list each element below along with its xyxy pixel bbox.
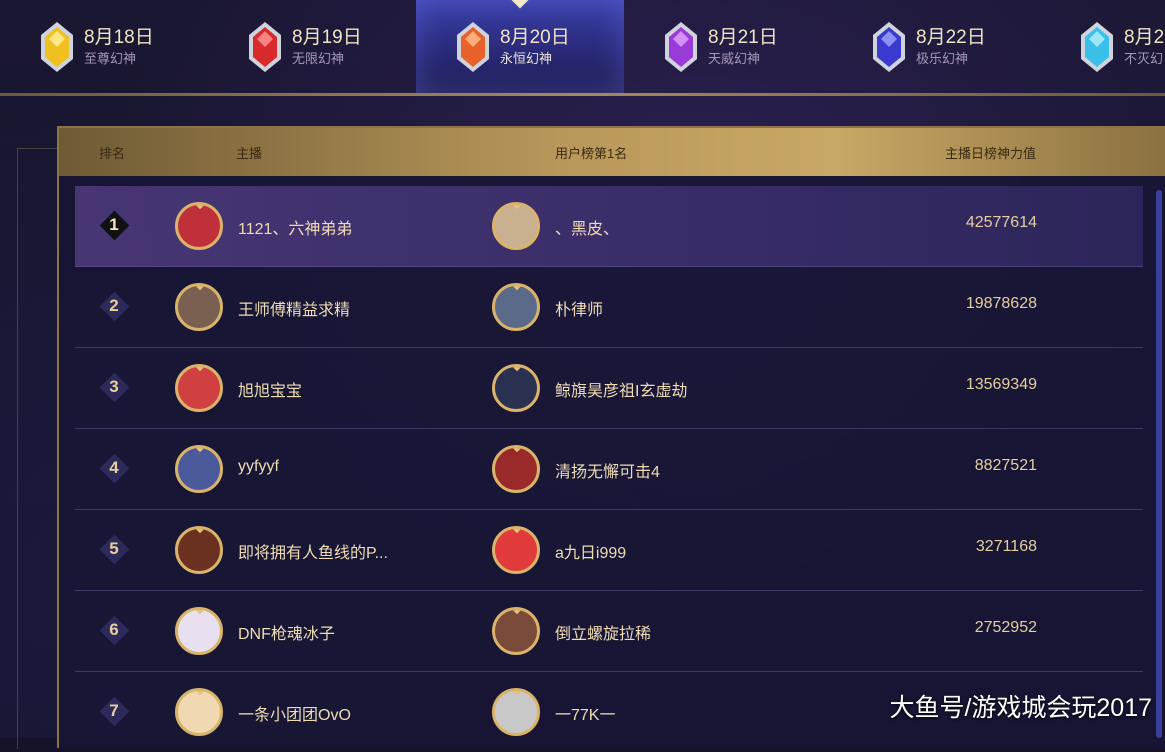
tab-date: 8月2	[1124, 26, 1165, 48]
top-user-name[interactable]: 一77K一	[555, 701, 615, 725]
rank-badge: 6	[99, 615, 129, 645]
tab-date: 8月20日	[500, 26, 570, 48]
tab-0818[interactable]: 8月18日 至尊幻神	[0, 0, 208, 93]
streamer-name[interactable]: 1121、六神弟弟	[238, 215, 352, 239]
scrollbar[interactable]	[1156, 190, 1162, 738]
user-avatar[interactable]	[492, 445, 540, 493]
streamer-avatar[interactable]	[175, 445, 223, 493]
streamer-name[interactable]: DNF枪魂冰子	[238, 620, 335, 644]
date-tabs: 8月18日 至尊幻神 8月19日 无限幻神 8月20日 永恒幻神 8月21日 天…	[0, 0, 1165, 93]
tab-date: 8月22日	[916, 26, 986, 48]
gem-icon	[40, 21, 74, 73]
tab-title: 至尊幻神	[84, 50, 137, 66]
streamer-name[interactable]: 王师傅精益求精	[238, 296, 350, 320]
streamer-avatar[interactable]	[175, 283, 223, 331]
tab-date: 8月18日	[84, 26, 154, 48]
rank-badge: 5	[99, 534, 129, 564]
top-user-name[interactable]: 鲸旗昊彦祖I玄虚劫	[555, 377, 687, 401]
gem-icon	[1080, 21, 1114, 73]
streamer-avatar[interactable]	[175, 688, 223, 736]
header-streamer: 主播	[236, 145, 263, 161]
rank-badge: 2	[99, 291, 129, 321]
streamer-avatar[interactable]	[175, 364, 223, 412]
top-user-name[interactable]: 清扬无懈可击4	[555, 458, 660, 482]
tab-0822[interactable]: 8月22日 极乐幻神	[832, 0, 1040, 93]
rank-badge: 4	[99, 453, 129, 483]
tab-date: 8月21日	[708, 26, 778, 48]
tab-date: 8月19日	[292, 26, 362, 48]
streamer-name[interactable]: yyfyyf	[238, 458, 279, 476]
table-row[interactable]: 2 王师傅精益求精 朴律师 19878628	[75, 267, 1143, 348]
power-value: 8827521	[974, 457, 1037, 474]
streamer-avatar[interactable]	[175, 526, 223, 574]
tab-title: 无限幻神	[292, 50, 345, 66]
table-row[interactable]: 5 即将拥有人鱼线的P... a九日i999 3271168	[75, 510, 1143, 591]
gem-icon	[872, 21, 906, 73]
top-user-name[interactable]: 倒立螺旋拉稀	[555, 620, 651, 644]
user-avatar[interactable]	[492, 607, 540, 655]
table-row[interactable]: 4 yyfyyf 清扬无懈可击4 8827521	[75, 429, 1143, 510]
streamer-avatar[interactable]	[175, 202, 223, 250]
decorative-frame	[17, 148, 58, 749]
tab-title: 天威幻神	[708, 50, 761, 66]
user-avatar[interactable]	[492, 202, 540, 250]
tab-0820[interactable]: 8月20日 永恒幻神	[416, 0, 624, 93]
top-user-name[interactable]: 、黑皮、	[555, 215, 619, 239]
power-value: 3271168	[975, 538, 1037, 555]
streamer-name[interactable]: 一条小团团OvO	[238, 701, 351, 725]
header-power: 主播日榜神力值	[945, 145, 1037, 161]
rank-badge: 3	[99, 372, 129, 402]
table-row[interactable]: 3 旭旭宝宝 鲸旗昊彦祖I玄虚劫 13569349	[75, 348, 1143, 429]
top-user-name[interactable]: a九日i999	[555, 539, 626, 563]
user-avatar[interactable]	[492, 688, 540, 736]
user-avatar[interactable]	[492, 526, 540, 574]
tab-title: 不灭幻	[1124, 50, 1164, 66]
table-row[interactable]: 1 1121、六神弟弟 、黑皮、 42577614	[75, 186, 1143, 267]
table-body: 1 1121、六神弟弟 、黑皮、 42577614 2 王师傅精益求精 朴律师 …	[75, 186, 1143, 752]
tab-title: 永恒幻神	[500, 50, 553, 66]
streamer-avatar[interactable]	[175, 607, 223, 655]
rank-badge: 7	[99, 696, 129, 726]
ranking-table: 排名 主播 用户榜第1名 主播日榜神力值 1 1121、六神弟弟 、黑皮、 42…	[57, 126, 1165, 748]
tab-0821[interactable]: 8月21日 天威幻神	[624, 0, 832, 93]
rank-badge: 1	[99, 210, 129, 240]
gem-icon	[248, 21, 282, 73]
header-rank: 排名	[99, 145, 126, 161]
gem-icon	[664, 21, 698, 73]
tab-title: 极乐幻神	[916, 50, 969, 66]
gem-icon	[456, 21, 490, 73]
table-row[interactable]: 6 DNF枪魂冰子 倒立螺旋拉稀 2752952	[75, 591, 1143, 672]
user-avatar[interactable]	[492, 364, 540, 412]
power-value: 2752952	[974, 619, 1037, 636]
top-user-name[interactable]: 朴律师	[555, 296, 603, 320]
tab-0819[interactable]: 8月19日 无限幻神	[208, 0, 416, 93]
table-header: 排名 主播 用户榜第1名 主播日榜神力值	[59, 128, 1165, 176]
power-value: 19878628	[965, 295, 1037, 312]
streamer-name[interactable]: 即将拥有人鱼线的P...	[238, 539, 388, 563]
power-value: 42577614	[965, 214, 1037, 231]
divider	[0, 93, 1165, 96]
header-top-user: 用户榜第1名	[555, 145, 628, 161]
streamer-name[interactable]: 旭旭宝宝	[238, 377, 302, 401]
tab-0823[interactable]: 8月2 不灭幻	[1040, 0, 1165, 93]
user-avatar[interactable]	[492, 283, 540, 331]
watermark: 大鱼号/游戏城会玩2017	[889, 694, 1152, 722]
power-value: 13569349	[965, 376, 1037, 393]
